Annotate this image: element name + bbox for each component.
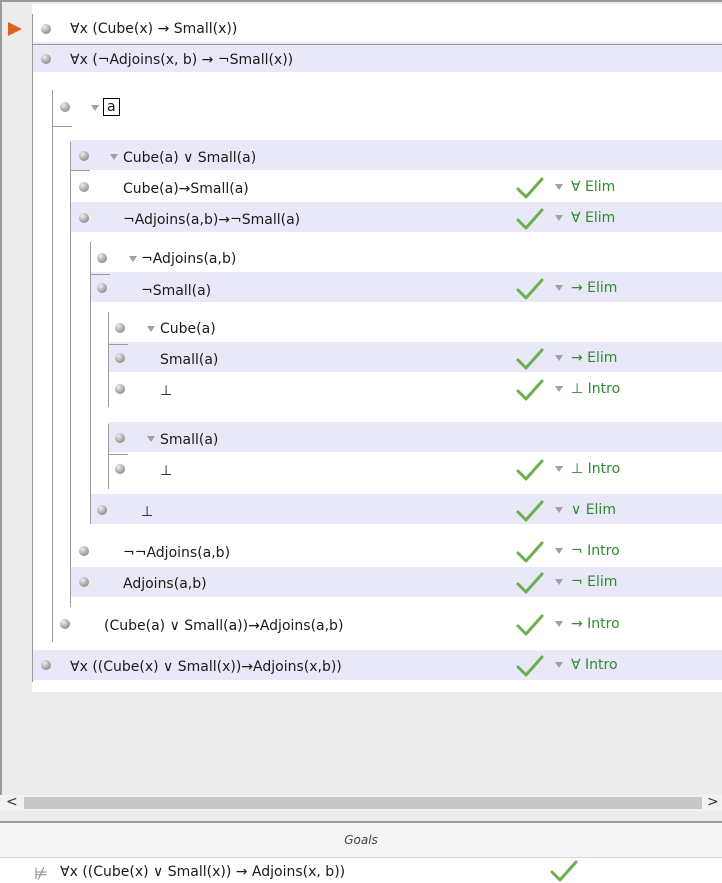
step-bullet[interactable] [79, 546, 89, 556]
rule-label[interactable]: → Elim [571, 349, 617, 367]
step-sentence[interactable]: ¬Small(a) [141, 282, 211, 300]
subproof-line [108, 424, 109, 489]
scroll-left-arrow-icon[interactable]: < [6, 794, 18, 810]
rule-menu-icon[interactable] [555, 285, 563, 291]
step-bullet[interactable] [115, 433, 125, 443]
goals-header: Goals [0, 823, 722, 858]
check-icon [516, 379, 544, 401]
step-sentence[interactable]: Cube(a)→Small(a) [123, 180, 249, 198]
focus-arrow-icon [8, 22, 22, 36]
rule-label[interactable]: → Elim [571, 279, 617, 297]
check-icon [516, 655, 544, 677]
rule-label[interactable]: ∀ Elim [571, 178, 615, 196]
step-bullet[interactable] [97, 253, 107, 263]
rule-label[interactable]: ∀ Elim [571, 209, 615, 227]
rule-menu-icon[interactable] [555, 662, 563, 668]
goal-sentence[interactable]: ∀x ((Cube(x) ∨ Small(x)) → Adjoins(x, b)… [60, 864, 345, 880]
row-highlight [90, 494, 722, 524]
rule-label[interactable]: ∨ Elim [571, 501, 616, 519]
step-bullet[interactable] [60, 619, 70, 629]
collapse-triangle-icon[interactable] [91, 105, 99, 111]
step-bullet[interactable] [41, 660, 51, 670]
check-icon [516, 459, 544, 481]
horizontal-scrollbar[interactable]: < > [0, 794, 722, 811]
step-bullet[interactable] [79, 577, 89, 587]
step-bullet[interactable] [115, 353, 125, 363]
assumption-sentence[interactable]: Cube(a) ∨ Small(a) [123, 149, 256, 167]
step-bullet[interactable] [97, 283, 107, 293]
step-sentence[interactable]: ¬¬Adjoins(a,b) [123, 544, 230, 562]
rule-label[interactable]: ⊥ Intro [571, 460, 620, 478]
rule-label[interactable]: → Intro [571, 615, 620, 633]
rule-menu-icon[interactable] [555, 184, 563, 190]
check-icon [516, 208, 544, 230]
check-icon [516, 500, 544, 522]
conclusion-sentence[interactable]: ∀x ((Cube(x) ∨ Small(x))→Adjoins(x,b)) [70, 658, 342, 676]
step-sentence[interactable]: ⊥ [160, 462, 172, 480]
rule-label[interactable]: ¬ Intro [571, 542, 620, 560]
step-bullet[interactable] [115, 464, 125, 474]
subproof-line [52, 90, 53, 642]
collapse-triangle-icon[interactable] [147, 436, 155, 442]
step-bullet[interactable] [97, 505, 107, 515]
scroll-thumb[interactable] [24, 797, 702, 809]
premise-sentence[interactable]: ∀x (Cube(x) → Small(x)) [70, 20, 237, 38]
assumption-divider [108, 344, 128, 345]
rule-label[interactable]: ⊥ Intro [571, 380, 620, 398]
subproof-line [90, 242, 91, 524]
step-sentence[interactable]: Adjoins(a,b) [123, 575, 207, 593]
premise-sentence[interactable]: ∀x (¬Adjoins(x, b) → ¬Small(x)) [70, 51, 293, 69]
collapse-triangle-icon[interactable] [129, 256, 137, 262]
rule-menu-icon[interactable] [555, 386, 563, 392]
assumption-sentence[interactable]: ¬Adjoins(a,b) [141, 250, 236, 268]
boxed-constant: a [103, 98, 120, 116]
scope-line [32, 14, 33, 682]
check-icon [550, 860, 578, 882]
rule-menu-icon[interactable] [555, 215, 563, 221]
step-sentence[interactable]: ¬Adjoins(a,b)→¬Small(a) [123, 211, 300, 229]
rule-label[interactable]: ∀ Intro [571, 656, 618, 674]
check-icon [516, 541, 544, 563]
rule-menu-icon[interactable] [555, 507, 563, 513]
step-sentence[interactable]: ⊥ [160, 382, 172, 400]
check-icon [516, 614, 544, 636]
goals-title: Goals [344, 833, 378, 847]
step-bullet[interactable] [79, 182, 89, 192]
collapse-triangle-icon[interactable] [110, 154, 118, 160]
step-bullet[interactable] [115, 323, 125, 333]
step-bullet[interactable] [115, 384, 125, 394]
collapse-triangle-icon[interactable] [147, 326, 155, 332]
check-icon [516, 348, 544, 370]
check-icon [516, 572, 544, 594]
step-bullet[interactable] [60, 102, 70, 112]
step-bullet[interactable] [41, 54, 51, 64]
rule-label[interactable]: ¬ Elim [571, 573, 617, 591]
assumption-sentence[interactable]: Cube(a) [160, 320, 216, 338]
proof-pane: ∀x (Cube(x) → Small(x)) ∀x (¬Adjoins(x, … [0, 0, 722, 795]
rule-menu-icon[interactable] [555, 466, 563, 472]
step-bullet[interactable] [79, 151, 89, 161]
assumption-divider [52, 126, 72, 127]
rule-menu-icon[interactable] [555, 548, 563, 554]
premise-divider [32, 44, 722, 45]
subproof-line [70, 142, 71, 607]
rule-menu-icon[interactable] [555, 579, 563, 585]
assumption-divider [90, 274, 110, 275]
goal-status-icon: ⊭ [34, 864, 48, 883]
check-icon [516, 278, 544, 300]
step-sentence[interactable]: ⊥ [141, 503, 153, 521]
assumption-sentence[interactable]: Small(a) [160, 431, 218, 449]
goals-pane: Goals ⊭ ∀x ((Cube(x) ∨ Small(x)) → Adjoi… [0, 821, 722, 883]
step-sentence[interactable]: (Cube(a) ∨ Small(a))→Adjoins(a,b) [104, 617, 343, 635]
step-bullet[interactable] [41, 24, 51, 34]
assumption-divider [108, 454, 128, 455]
rule-menu-icon[interactable] [555, 621, 563, 627]
step-sentence[interactable]: Small(a) [160, 351, 218, 369]
rule-menu-icon[interactable] [555, 355, 563, 361]
step-bullet[interactable] [79, 213, 89, 223]
subproof-line [108, 312, 109, 407]
assumption-divider [70, 170, 90, 171]
scroll-right-arrow-icon[interactable]: > [707, 794, 719, 810]
check-icon [516, 177, 544, 199]
